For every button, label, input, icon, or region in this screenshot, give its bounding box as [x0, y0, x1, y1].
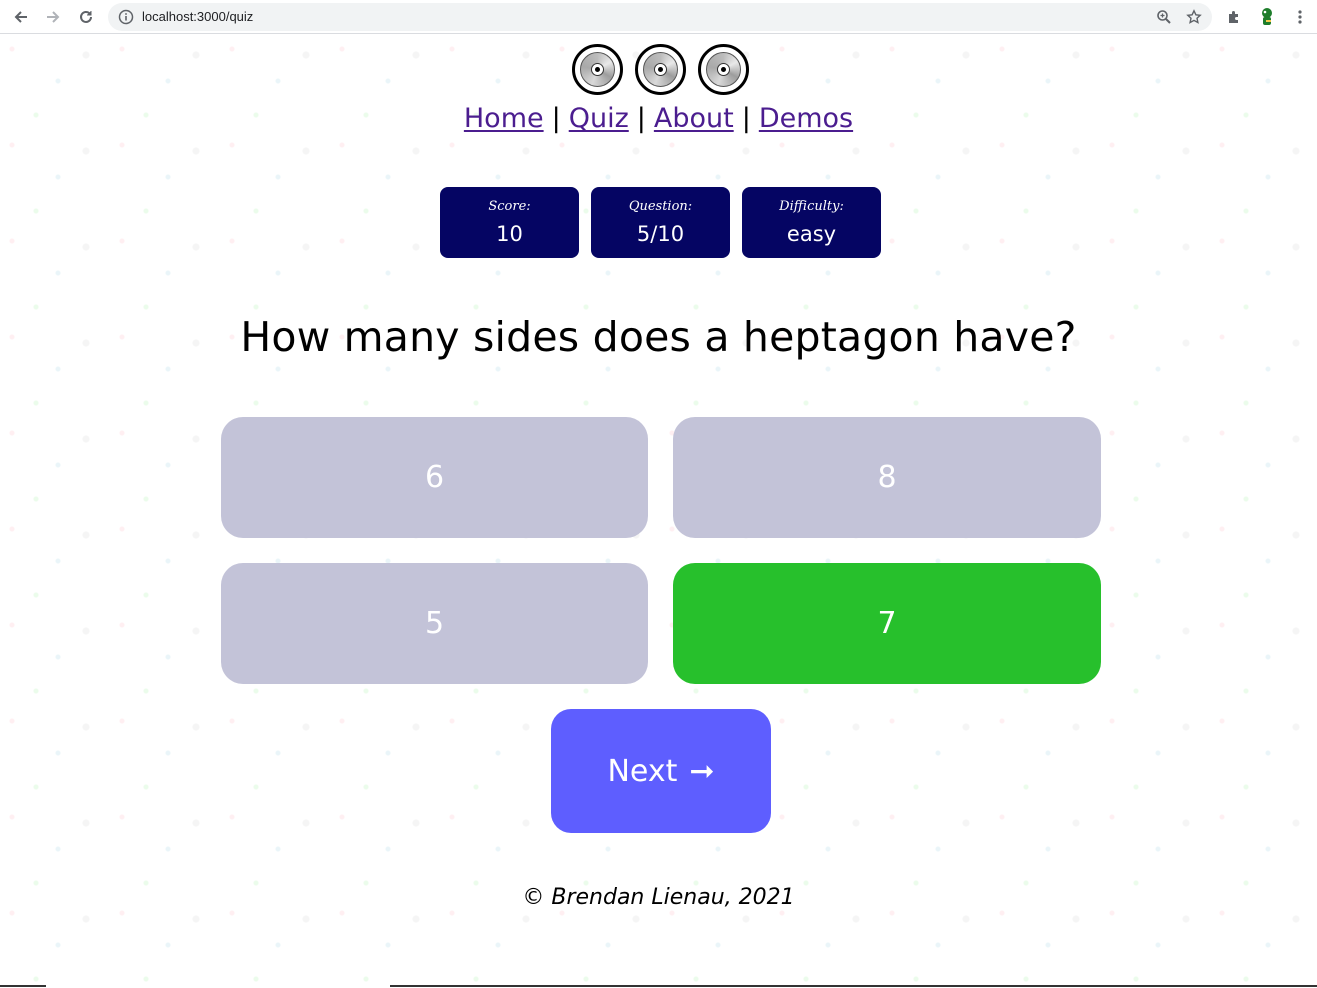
next-button-label: Next: [607, 753, 678, 789]
score-label: Score:: [488, 199, 531, 214]
nav-link-quiz[interactable]: Quiz: [569, 103, 629, 134]
answer-grid: 6 8 5 7: [221, 417, 1101, 684]
main-navigation: Home | Quiz | About | Demos: [0, 103, 1317, 134]
difficulty-value: easy: [786, 222, 837, 246]
scrollbar-segment: [390, 985, 1317, 987]
nav-link-demos[interactable]: Demos: [759, 103, 853, 134]
nav-link-home[interactable]: Home: [464, 103, 544, 134]
nav-separator: |: [636, 103, 646, 134]
disc-icon: [698, 44, 749, 95]
logo-discs: [572, 44, 752, 96]
back-arrow-icon[interactable]: [7, 3, 35, 31]
disc-icon: [572, 44, 623, 95]
footer-copyright: © Brendan Lienau, 2021: [522, 885, 795, 910]
scrollbar-segment: [0, 985, 46, 987]
url-text[interactable]: localhost:3000/quiz: [142, 9, 253, 25]
next-button[interactable]: Next ➞: [551, 709, 771, 833]
disc-icon: [635, 44, 686, 95]
address-bar[interactable]: localhost:3000/quiz: [108, 3, 1212, 31]
nav-link-about[interactable]: About: [654, 103, 734, 134]
browser-toolbar: localhost:3000/quiz: [0, 0, 1317, 34]
page-body: Home | Quiz | About | Demos Score: 10 Question…: [0, 35, 1317, 985]
star-icon[interactable]: [1186, 9, 1202, 29]
score-value: 10: [496, 222, 523, 246]
puzzle-icon[interactable]: [1222, 5, 1246, 29]
nav-separator: |: [741, 103, 751, 134]
answer-button-8[interactable]: 8: [673, 417, 1101, 538]
difficulty-label: Difficulty:: [779, 199, 844, 214]
difficulty-card: Difficulty: easy: [742, 187, 881, 258]
answer-button-6[interactable]: 6: [221, 417, 648, 538]
answer-button-5[interactable]: 5: [221, 563, 648, 684]
question-text: How many sides does a heptagon have?: [240, 313, 1077, 361]
answer-button-7-correct[interactable]: 7: [673, 563, 1101, 684]
question-card: Question: 5/10: [591, 187, 730, 258]
right-arrow-icon: ➞: [689, 753, 715, 789]
question-label: Question:: [628, 199, 693, 214]
info-icon[interactable]: [118, 9, 134, 25]
score-card: Score: 10: [440, 187, 579, 258]
quiz-stats: Score: 10 Question: 5/10 Difficulty: eas…: [440, 187, 881, 258]
reload-icon[interactable]: [72, 3, 100, 31]
zoom-icon[interactable]: [1156, 9, 1172, 29]
profile-avatar-icon[interactable]: [1255, 5, 1279, 29]
forward-arrow-icon[interactable]: [39, 3, 67, 31]
question-value: 5/10: [636, 222, 685, 246]
menu-dots-icon[interactable]: [1288, 5, 1312, 29]
nav-separator: |: [551, 103, 561, 134]
